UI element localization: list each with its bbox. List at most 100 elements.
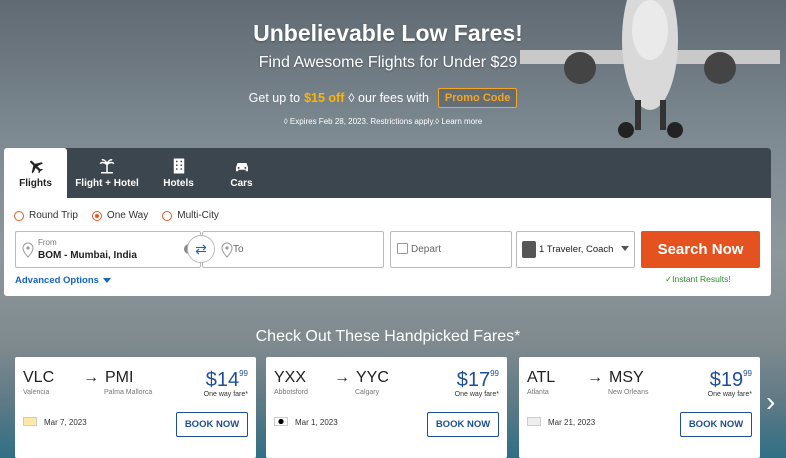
origin-code: YXX bbox=[274, 369, 307, 386]
origin-city: Valencia bbox=[23, 389, 50, 396]
airline-logo bbox=[527, 417, 541, 426]
airline-logo bbox=[23, 417, 37, 426]
trip-type-group: Round Trip One Way Multi-City bbox=[14, 210, 219, 221]
destination-code: YYC bbox=[356, 369, 389, 386]
price-dollars: $17 bbox=[456, 369, 491, 391]
destination-city: New Orleans bbox=[608, 389, 649, 396]
book-now-button[interactable]: BOOK NOW bbox=[680, 412, 752, 437]
origin-city: Abbotsford bbox=[274, 389, 308, 396]
radio-circle bbox=[14, 210, 24, 221]
cities: Abbotsford Calgary bbox=[274, 389, 379, 396]
advanced-options-link[interactable]: Advanced Options bbox=[15, 275, 111, 286]
price-cents: 99 bbox=[490, 369, 499, 378]
hero-title: Unbelievable Low Fares! bbox=[253, 20, 523, 46]
promo-amount: $15 off bbox=[304, 91, 345, 105]
depart-placeholder: Depart bbox=[411, 244, 442, 255]
route: YXX → YYC bbox=[274, 369, 389, 387]
price-cents: 99 bbox=[743, 369, 752, 378]
swap-arrows-icon: ⇄ bbox=[195, 240, 207, 257]
price-cents: 99 bbox=[239, 369, 248, 378]
hero-subtitle: Find Awesome Flights for Under $29 bbox=[258, 54, 518, 71]
destination-city: Calgary bbox=[355, 389, 380, 396]
radio-circle bbox=[162, 210, 173, 221]
radio-label: Round Trip bbox=[29, 210, 78, 221]
advanced-options-label: Advanced Options bbox=[15, 275, 99, 286]
car-icon bbox=[235, 163, 248, 172]
search-widget: Flights Flight + Hotel Hotels Cars Round… bbox=[4, 148, 771, 296]
palm-tree-icon bbox=[99, 159, 115, 174]
chevron-down-icon bbox=[621, 246, 629, 251]
radio-one-way[interactable]: One Way bbox=[91, 210, 149, 221]
tab-label: Hotels bbox=[163, 178, 194, 189]
handpicked-title: Check Out These Handpicked Fares* bbox=[255, 328, 521, 345]
route: ATL → MSY bbox=[527, 369, 644, 387]
person-icon bbox=[522, 241, 536, 258]
arrow-right-icon: → bbox=[83, 369, 99, 386]
route: VLC → PMI bbox=[23, 369, 133, 387]
chevron-down-icon bbox=[102, 278, 111, 283]
depart-field[interactable]: Depart bbox=[390, 231, 512, 268]
building-icon bbox=[173, 158, 184, 174]
plane-icon bbox=[29, 160, 43, 174]
radio-round-trip[interactable]: Round Trip bbox=[14, 210, 78, 221]
tab-label: Flight + Hotel bbox=[75, 178, 139, 189]
location-pin-icon bbox=[221, 242, 233, 258]
promo-code-button[interactable]: Promo Code bbox=[437, 88, 518, 108]
swap-button[interactable]: ⇄ bbox=[187, 235, 215, 263]
price: $1999 bbox=[710, 369, 752, 392]
price: $1799 bbox=[457, 369, 499, 392]
radio-circle-selected bbox=[91, 210, 102, 221]
deal-date: Mar 21, 2023 bbox=[548, 418, 596, 427]
expires-note[interactable]: ◊ Expires Feb 28, 2023. Restrictions app… bbox=[0, 117, 766, 126]
origin-code: VLC bbox=[23, 369, 55, 386]
promo-line: Get up to $15 off ◊ our fees with Promo … bbox=[0, 88, 766, 108]
price-dollars: $19 bbox=[709, 369, 744, 391]
travelers-value: 1 Traveler, Coach bbox=[539, 244, 614, 255]
deal-card: ATL → MSY Atlanta New Orleans $1999 One way… bbox=[519, 357, 760, 458]
tab-hotels[interactable]: Hotels bbox=[147, 148, 210, 198]
cities: Valencia Palma Mallorca bbox=[23, 389, 152, 396]
hero-banner: Unbelievable Low Fares! Find Awesome Fli… bbox=[0, 0, 786, 148]
deal-date: Mar 1, 2023 bbox=[295, 418, 338, 427]
promo-suffix: ◊ our fees with bbox=[348, 91, 429, 105]
from-label: From bbox=[38, 238, 57, 247]
search-now-button[interactable]: Search Now bbox=[641, 231, 760, 268]
arrow-right-icon: → bbox=[334, 369, 350, 386]
travelers-select[interactable]: 1 Traveler, Coach bbox=[516, 231, 635, 268]
radio-label: Multi-City bbox=[177, 210, 219, 221]
tab-flights[interactable]: Flights bbox=[4, 148, 67, 198]
destination-city: Palma Mallorca bbox=[104, 389, 153, 396]
calendar-icon bbox=[397, 243, 408, 254]
deal-card: VLC → PMI Valencia Palma Mallorca $1499 One… bbox=[15, 357, 256, 458]
tab-label: Flights bbox=[19, 178, 52, 189]
to-placeholder: To bbox=[233, 244, 244, 255]
from-field[interactable]: From BOM - Mumbai, India × bbox=[15, 231, 201, 268]
book-now-button[interactable]: BOOK NOW bbox=[176, 412, 248, 437]
airline-logo bbox=[274, 417, 288, 426]
origin-code: ATL bbox=[527, 369, 556, 386]
tab-label: Cars bbox=[230, 178, 253, 189]
promo-prefix: Get up to bbox=[248, 91, 301, 105]
radio-label: One Way bbox=[106, 210, 149, 221]
origin-city: Atlanta bbox=[527, 389, 549, 396]
price: $1499 bbox=[206, 369, 248, 392]
location-pin-icon bbox=[22, 242, 34, 258]
next-arrow-icon[interactable]: › bbox=[766, 386, 775, 418]
destination-code: PMI bbox=[105, 369, 134, 386]
price-dollars: $14 bbox=[205, 369, 240, 391]
tab-flight-hotel[interactable]: Flight + Hotel bbox=[67, 148, 147, 198]
fare-label: One way fare* bbox=[454, 391, 499, 398]
product-tabs: Flights Flight + Hotel Hotels Cars bbox=[4, 148, 771, 198]
radio-multi-city[interactable]: Multi-City bbox=[162, 210, 219, 221]
fare-label: One way fare* bbox=[707, 391, 752, 398]
deal-date: Mar 7, 2023 bbox=[44, 418, 87, 427]
tab-cars[interactable]: Cars bbox=[210, 148, 273, 198]
from-value: BOM - Mumbai, India bbox=[38, 250, 137, 261]
fare-label: One way fare* bbox=[203, 391, 248, 398]
cities: Atlanta New Orleans bbox=[527, 389, 648, 396]
destination-code: MSY bbox=[609, 369, 644, 386]
deal-card: YXX → YYC Abbotsford Calgary $1799 One way … bbox=[266, 357, 507, 458]
instant-results-note: ✓Instant Results! bbox=[665, 274, 731, 284]
to-field[interactable]: To bbox=[202, 231, 384, 268]
book-now-button[interactable]: BOOK NOW bbox=[427, 412, 499, 437]
